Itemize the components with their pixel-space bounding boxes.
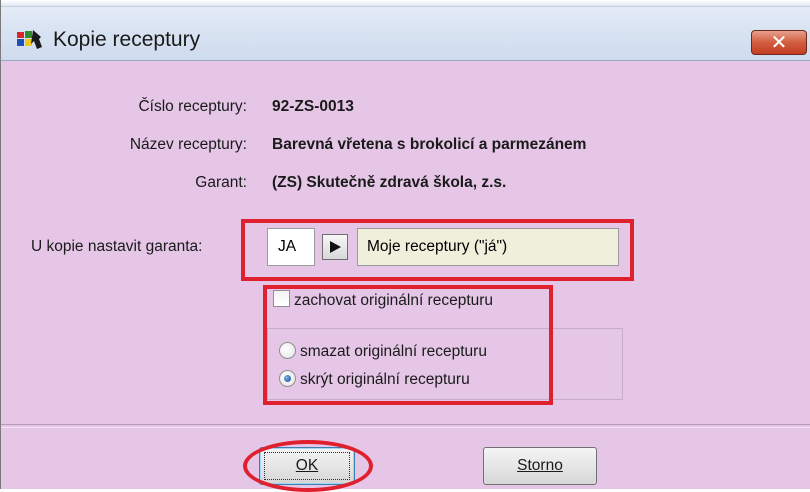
guarantor-label: Garant: [195,174,247,191]
background-window-edge [1,0,810,7]
close-icon: ✕ [770,30,788,54]
dialog-window: Kopie receptury ✕ Číslo receptury: 92-ZS… [0,0,810,492]
title-bar[interactable]: Kopie receptury ✕ [1,0,810,61]
highlight-ellipse-ok [243,440,373,492]
window-title: Kopie receptury [53,28,201,51]
highlight-box-guarantor [241,219,634,281]
recipe-number-value: 92-ZS-0013 [272,98,354,115]
highlight-box-options [263,285,553,405]
set-guarantor-label: U kopie nastavit garanta: [31,238,203,255]
guarantor-value: (ZS) Skutečně zdravá škola, z.s. [272,174,507,191]
app-icon [17,30,42,49]
recipe-number-label: Číslo receptury: [138,98,247,115]
button-separator [1,424,810,428]
recipe-name-value: Barevná vřetena s brokolicí a parmezánem [272,136,587,153]
close-button[interactable]: ✕ [751,30,807,55]
cancel-button-label: Storno [517,457,563,474]
recipe-name-label: Název receptury: [129,136,247,153]
cancel-button[interactable]: Storno [483,447,597,485]
